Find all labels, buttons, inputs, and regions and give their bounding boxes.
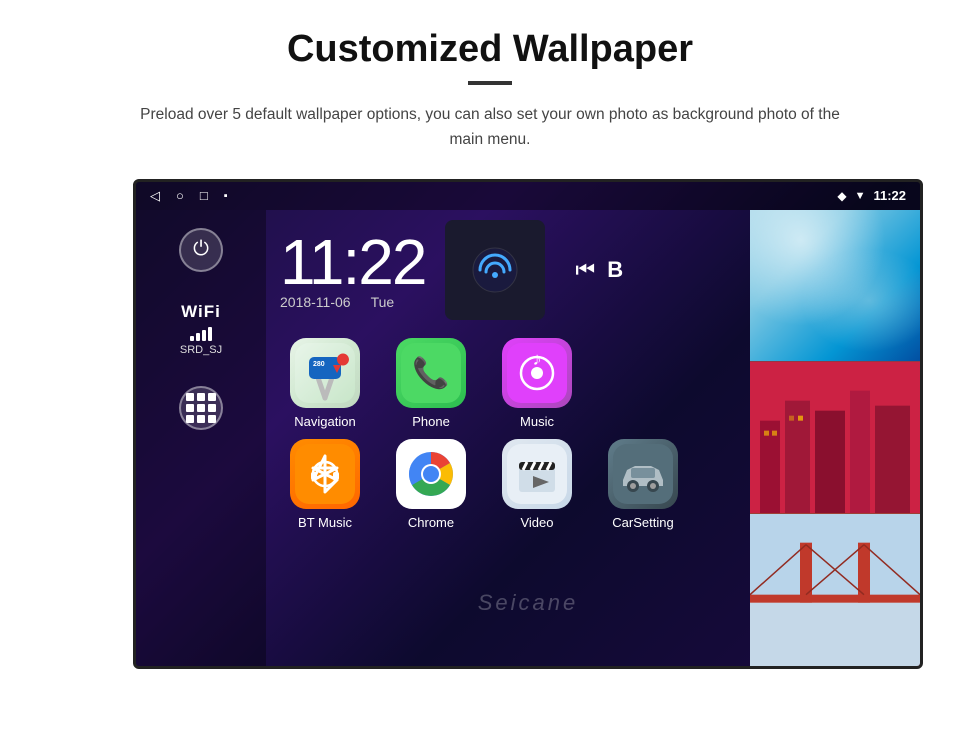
- wifi-bar-3: [202, 330, 206, 341]
- nav-back-icon[interactable]: ◁: [150, 188, 160, 204]
- app-bt-music[interactable]: BT Music: [280, 439, 370, 530]
- bt-music-icon: [290, 439, 360, 509]
- carsetting-icon: [608, 439, 678, 509]
- navigation-label: Navigation: [294, 414, 355, 429]
- page-wrapper: Customized Wallpaper Preload over 5 defa…: [0, 0, 980, 669]
- apps-drawer-button[interactable]: [179, 386, 223, 430]
- apps-dot: [186, 415, 194, 423]
- wallpaper-thumb-bridge[interactable]: [750, 513, 920, 665]
- status-bar-left: ◁ ○ □ ▪: [150, 188, 228, 204]
- wifi-bar-4: [208, 327, 212, 341]
- media-widget: [445, 220, 545, 320]
- media-controls: ⏮ B: [575, 257, 623, 283]
- apps-dot: [186, 404, 194, 412]
- apps-dot: [186, 393, 194, 401]
- clock-time: 11:22: [280, 230, 425, 294]
- music-label: Music: [520, 414, 554, 429]
- svg-text:280: 280: [313, 361, 325, 368]
- app-navigation[interactable]: 280 Navigation: [280, 338, 370, 429]
- music-icon: ♪: [502, 338, 572, 408]
- sidebar: ⏻ WiFi SRD_SJ: [136, 210, 266, 666]
- wifi-bar-1: [190, 336, 194, 341]
- device-container: ◁ ○ □ ▪ ◆ ▼ 11:22 ⏻: [95, 179, 885, 669]
- chrome-label: Chrome: [408, 515, 454, 530]
- nav-screenshot-icon[interactable]: ▪: [224, 190, 228, 202]
- clock-widget: 11:22 2018-11-06 Tue: [280, 230, 425, 310]
- carsetting-label: CarSetting: [612, 515, 673, 530]
- power-icon: ⏻: [193, 238, 209, 261]
- status-bar: ◁ ○ □ ▪ ◆ ▼ 11:22: [136, 182, 920, 210]
- power-button[interactable]: ⏻: [179, 228, 223, 272]
- svg-text:📞: 📞: [412, 353, 450, 390]
- nav-recent-icon[interactable]: □: [200, 188, 208, 203]
- wifi-bars: [190, 325, 212, 341]
- location-icon: ◆: [837, 189, 846, 203]
- app-video[interactable]: Video: [492, 439, 582, 530]
- clock-day: Tue: [371, 294, 395, 310]
- bt-music-label: BT Music: [298, 515, 352, 530]
- media-wifi-icon: [465, 240, 525, 300]
- apps-grid-icon: [186, 393, 216, 423]
- wifi-bar-2: [196, 333, 200, 341]
- page-title: Customized Wallpaper: [287, 28, 693, 71]
- wifi-widget: WiFi SRD_SJ: [180, 302, 222, 356]
- nav-home-icon[interactable]: ○: [176, 188, 184, 203]
- wallpaper-thumb-city[interactable]: [750, 361, 920, 513]
- status-time: 11:22: [873, 188, 906, 203]
- video-icon: [502, 439, 572, 509]
- app-chrome[interactable]: Chrome: [386, 439, 476, 530]
- apps-dot: [197, 404, 205, 412]
- apps-dot: [208, 415, 216, 423]
- app-music[interactable]: ♪ Music: [492, 338, 582, 429]
- wallpaper-panel: [750, 210, 920, 666]
- phone-label: Phone: [412, 414, 450, 429]
- svg-text:♪: ♪: [533, 349, 542, 369]
- apps-dot: [208, 404, 216, 412]
- chrome-icon: [396, 439, 466, 509]
- video-label: Video: [520, 515, 553, 530]
- watermark: Seicane: [478, 590, 579, 616]
- wallpaper-thumb-ice[interactable]: [750, 210, 920, 361]
- app-phone[interactable]: 📞 Phone: [386, 338, 476, 429]
- phone-icon: 📞: [396, 338, 466, 408]
- apps-dot: [208, 393, 216, 401]
- apps-dot: [197, 393, 205, 401]
- navigation-icon: 280: [290, 338, 360, 408]
- app-carsetting[interactable]: CarSetting: [598, 439, 688, 530]
- wifi-ssid: SRD_SJ: [180, 344, 222, 356]
- wifi-status-icon: ▼: [855, 190, 866, 202]
- wifi-label: WiFi: [181, 302, 221, 322]
- clock-date: 2018-11-06: [280, 294, 351, 310]
- apps-dot: [197, 415, 205, 423]
- status-bar-right: ◆ ▼ 11:22: [837, 188, 906, 203]
- prev-track-icon[interactable]: ⏮: [575, 257, 595, 283]
- device-screen: ◁ ○ □ ▪ ◆ ▼ 11:22 ⏻: [133, 179, 923, 669]
- bluetooth-text-icon: B: [607, 257, 623, 283]
- title-divider: [468, 81, 512, 85]
- page-description: Preload over 5 default wallpaper options…: [130, 103, 850, 153]
